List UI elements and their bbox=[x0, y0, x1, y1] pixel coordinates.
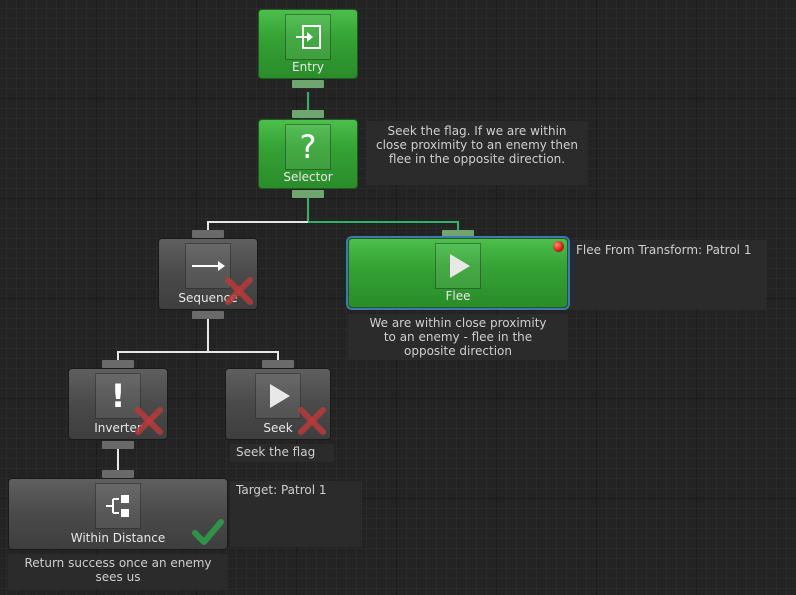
within-distance-icon bbox=[95, 483, 141, 529]
inverter-input-port[interactable] bbox=[102, 360, 134, 368]
success-check-icon bbox=[192, 519, 224, 545]
flee-details: Flee From Transform: Patrol 1 bbox=[570, 240, 766, 310]
flee-label: Flee bbox=[445, 289, 471, 303]
flee-input-port[interactable] bbox=[442, 230, 474, 238]
failure-x-icon bbox=[225, 277, 253, 305]
within-distance-node[interactable]: Within Distance bbox=[8, 478, 228, 550]
seek-input-port[interactable] bbox=[262, 360, 294, 368]
flee-node[interactable]: Flee bbox=[348, 238, 568, 308]
sequence-node[interactable]: Sequence bbox=[158, 238, 258, 310]
entry-node[interactable]: Entry bbox=[258, 9, 358, 79]
selector-label: Selector bbox=[283, 170, 333, 184]
failure-x-icon bbox=[135, 407, 163, 435]
behavior-tree-canvas[interactable]: Entry ? Selector Seek the flag. If we ar… bbox=[0, 0, 796, 595]
seek-comment: Seek the flag bbox=[230, 444, 334, 462]
within-distance-details: Target: Patrol 1 bbox=[230, 481, 362, 547]
inverter-output-port[interactable] bbox=[102, 441, 134, 449]
entry-output-port[interactable] bbox=[292, 80, 324, 88]
entry-icon bbox=[285, 14, 331, 60]
breakpoint-icon[interactable] bbox=[553, 241, 564, 252]
selector-output-port[interactable] bbox=[292, 190, 324, 198]
within-distance-comment: Return success once an enemy sees us bbox=[8, 554, 228, 590]
flee-comment: We are within close proximity to an enem… bbox=[348, 314, 568, 360]
selector-input-port[interactable] bbox=[292, 110, 324, 118]
inverter-node[interactable]: ! Inverter bbox=[68, 368, 168, 440]
sequence-output-port[interactable] bbox=[192, 311, 224, 319]
selector-comment: Seek the flag. If we are within close pr… bbox=[366, 121, 588, 185]
seek-node[interactable]: Seek bbox=[225, 368, 331, 440]
sequence-input-port[interactable] bbox=[192, 230, 224, 238]
play-icon bbox=[435, 243, 481, 289]
entry-label: Entry bbox=[292, 60, 324, 74]
question-mark-icon: ? bbox=[285, 124, 331, 170]
play-icon bbox=[255, 373, 301, 419]
selector-node[interactable]: ? Selector bbox=[258, 119, 358, 189]
failure-x-icon bbox=[298, 407, 326, 435]
within-distance-input-port[interactable] bbox=[102, 470, 134, 478]
